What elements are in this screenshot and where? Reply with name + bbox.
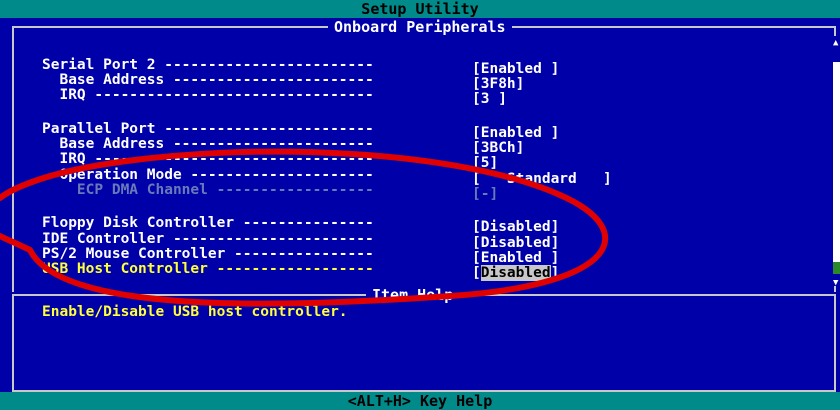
ecp-dma-channel-value: [-] bbox=[472, 186, 499, 202]
ecp-dma-channel-row: ECP DMA Channel ------------------ [-] bbox=[42, 182, 499, 202]
parallel-irq-row[interactable]: IRQ -------------------------------- [5] bbox=[42, 151, 498, 171]
floppy-disk-controller-row[interactable]: Floppy Disk Controller --------------- [D… bbox=[42, 215, 559, 235]
scroll-up-arrow-icon[interactable]: ▲ bbox=[833, 38, 840, 48]
parallel-port-row[interactable]: Parallel Port ------------------------ [E… bbox=[42, 121, 559, 141]
scroll-down-arrow-icon[interactable]: ▼ bbox=[833, 278, 840, 288]
operation-mode-row[interactable]: Operation Mode ---------------------[ St… bbox=[42, 167, 611, 187]
panel-title: Onboard Peripherals bbox=[328, 19, 512, 35]
scrollbar-thumb[interactable] bbox=[833, 62, 840, 272]
scrollbar-position-marker bbox=[833, 262, 840, 274]
item-help-title: Item Help bbox=[366, 287, 460, 303]
item-help-text: Enable/Disable USB host controller. bbox=[42, 304, 348, 320]
ide-controller-row[interactable]: IDE Controller ----------------------- [D… bbox=[42, 231, 559, 251]
serial-irq-value[interactable]: [3 ] bbox=[472, 91, 507, 107]
ps2-mouse-controller-row[interactable]: PS/2 Mouse Controller ---------------- [E… bbox=[42, 246, 559, 266]
key-help-bar: <ALT+H> Key Help bbox=[0, 392, 840, 410]
usb-host-controller-value[interactable]: [Disabled] bbox=[472, 265, 559, 281]
parallel-base-address-row[interactable]: Base Address ----------------------- [3BC… bbox=[42, 136, 524, 156]
serial-irq-row[interactable]: IRQ -------------------------------- [3 ] bbox=[42, 87, 506, 107]
serial-base-address-row[interactable]: Base Address ----------------------- [3F8… bbox=[42, 72, 524, 92]
usb-host-controller-row[interactable]: USB Host Controller ------------------ [D… bbox=[42, 261, 559, 281]
setup-utility-title: Setup Utility bbox=[0, 0, 840, 18]
serial-port-2-row[interactable]: Serial Port 2 ------------------------ [E… bbox=[42, 57, 559, 77]
